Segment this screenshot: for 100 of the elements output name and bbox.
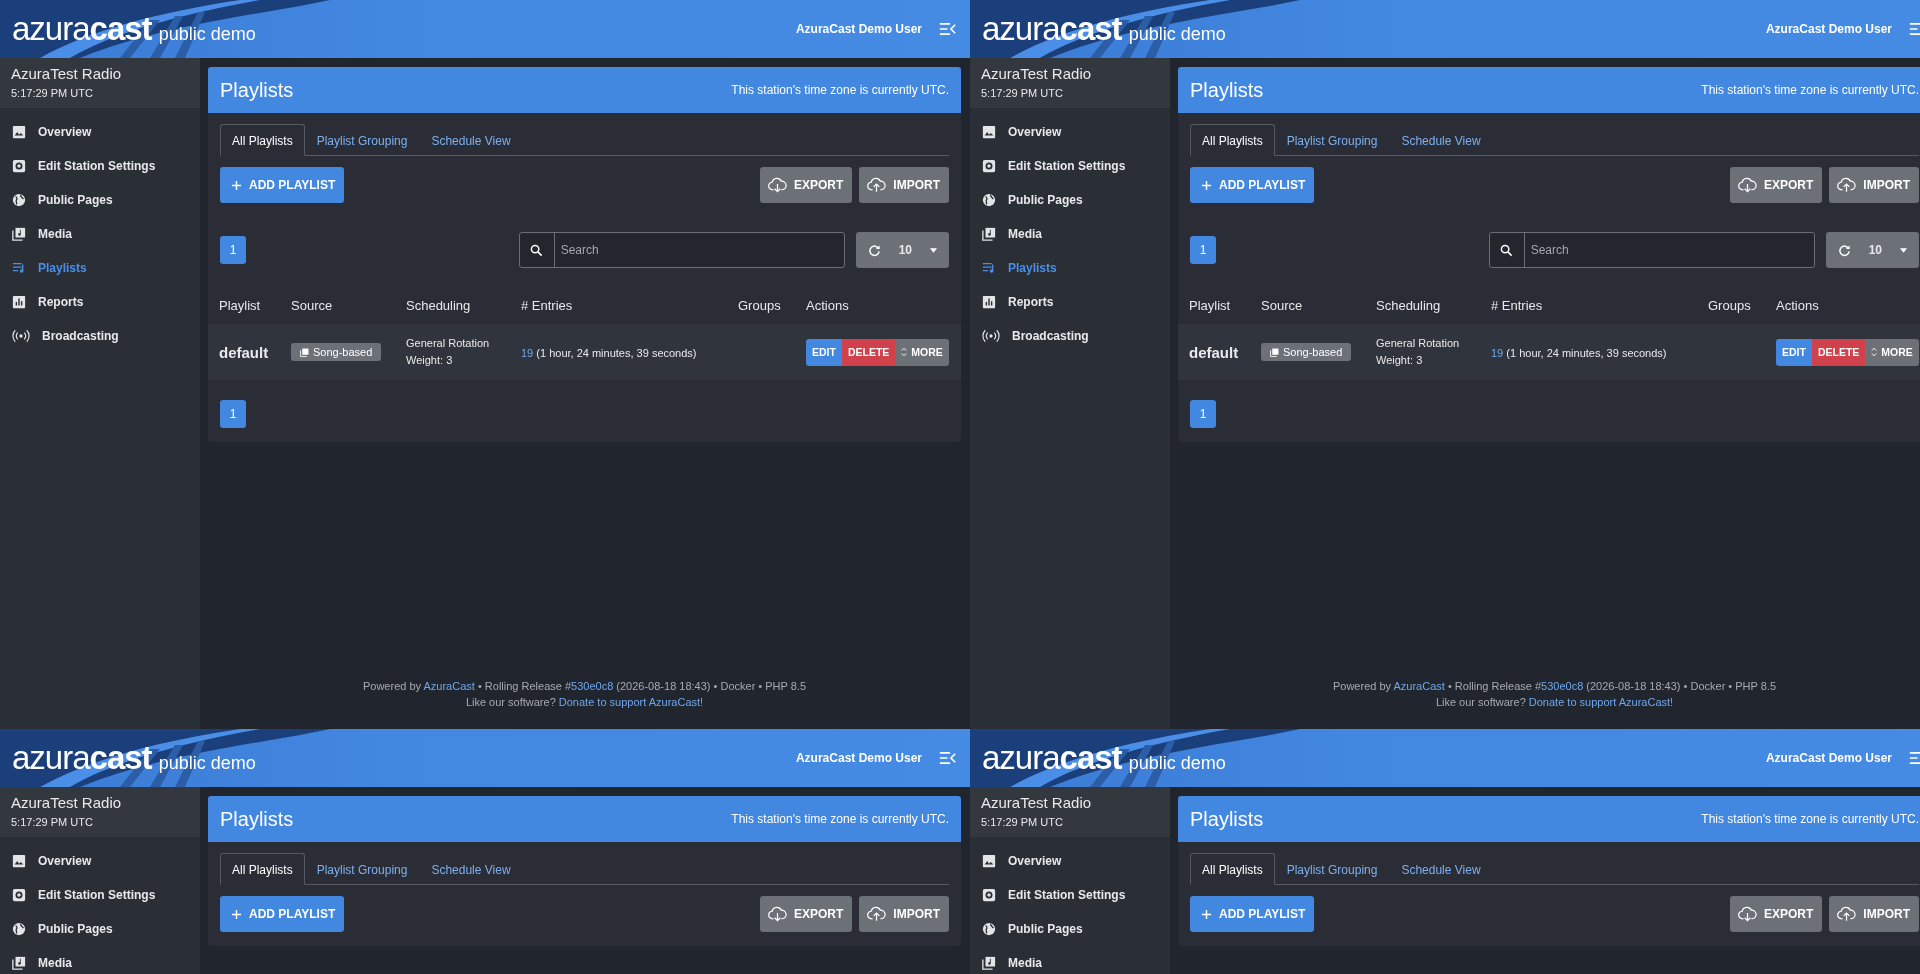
sidebar-item[interactable]: Broadcasting — [0, 319, 200, 353]
entries-text: 19 (1 hour, 24 minutes, 39 seconds) — [1491, 346, 1667, 359]
page-button[interactable]: 1 — [1190, 236, 1216, 264]
timezone-note: This station's time zone is currently UTC. — [731, 812, 949, 826]
tab[interactable]: All Playlists — [220, 124, 305, 156]
sidebar-item[interactable]: Edit Station Settings — [970, 878, 1170, 912]
sidebar-item[interactable]: Public Pages — [970, 912, 1170, 946]
donate-link[interactable]: Donate to support AzuraCast! — [1528, 696, 1674, 708]
sidebar-item[interactable]: Public Pages — [970, 183, 1170, 217]
sidebar-item[interactable]: Reports — [970, 285, 1170, 319]
sidebar-item[interactable]: Public Pages — [0, 912, 200, 946]
more-button[interactable]: MORE — [895, 338, 949, 366]
tab[interactable]: Playlist Grouping — [304, 124, 420, 156]
delete-button[interactable]: DELETE — [1811, 338, 1866, 366]
sidebar-item[interactable]: Playlists — [970, 251, 1170, 285]
plus-icon — [231, 179, 242, 191]
broadcast-icon — [12, 329, 30, 343]
tab[interactable]: All Playlists — [220, 853, 305, 885]
add-playlist-button[interactable]: ADD PLAYLIST — [220, 167, 345, 203]
per-page-control[interactable]: 10 — [1825, 232, 1919, 268]
plus-icon — [1201, 908, 1212, 920]
export-button[interactable]: EXPORT — [760, 896, 853, 932]
music-library-icon — [300, 347, 309, 357]
user-menu-link[interactable]: AzuraCast Demo User — [795, 22, 922, 36]
add-playlist-button[interactable]: ADD PLAYLIST — [1190, 896, 1315, 932]
sidebar-item[interactable]: Broadcasting — [970, 319, 1170, 353]
logo-wordmark[interactable]: azuracast — [12, 10, 152, 48]
entries-text: 19 (1 hour, 24 minutes, 39 seconds) — [521, 346, 697, 359]
sidebar-item[interactable]: Playlists — [0, 251, 200, 285]
azuracast-link[interactable]: AzuraCast — [423, 680, 475, 692]
import-button[interactable]: IMPORT — [1829, 896, 1919, 932]
export-button[interactable]: EXPORT — [1730, 896, 1823, 932]
tab[interactable]: Schedule View — [1389, 124, 1493, 156]
add-playlist-button[interactable]: ADD PLAYLIST — [220, 896, 345, 932]
commit-link[interactable]: 530e0c8 — [1541, 680, 1584, 692]
entries-count-link[interactable]: 19 — [1491, 346, 1504, 359]
search-box[interactable]: Search — [518, 232, 845, 268]
tab[interactable]: Playlist Grouping — [304, 853, 420, 885]
more-button[interactable]: MORE — [1865, 338, 1919, 366]
logo-wordmark[interactable]: azuracast — [12, 739, 152, 777]
sidebar-item[interactable]: Overview — [0, 115, 200, 149]
refresh-icon[interactable] — [867, 243, 881, 257]
edit-button[interactable]: EDIT — [1776, 338, 1812, 366]
sidebar-item[interactable]: Media — [0, 217, 200, 251]
tab[interactable]: All Playlists — [1190, 853, 1275, 885]
export-button[interactable]: EXPORT — [1730, 167, 1823, 203]
tab[interactable]: Schedule View — [1389, 853, 1493, 885]
user-menu-link[interactable]: AzuraCast Demo User — [1765, 22, 1892, 36]
export-button[interactable]: EXPORT — [760, 167, 853, 203]
sidebar-item[interactable]: Overview — [970, 115, 1170, 149]
import-button[interactable]: IMPORT — [859, 167, 949, 203]
menu-icon[interactable] — [939, 752, 956, 764]
donate-link[interactable]: Donate to support AzuraCast! — [558, 696, 704, 708]
commit-link[interactable]: 530e0c8 — [571, 680, 614, 692]
search-field[interactable]: Search — [554, 233, 844, 267]
edit-button[interactable]: EDIT — [806, 338, 842, 366]
timezone-note: This station's time zone is currently UTC. — [1701, 812, 1919, 826]
logo-wordmark[interactable]: azuracast — [982, 739, 1122, 777]
page-button[interactable]: 1 — [220, 400, 246, 428]
azuracast-link[interactable]: AzuraCast — [1393, 680, 1445, 692]
globe-icon — [12, 193, 26, 207]
sidebar-item[interactable]: Edit Station Settings — [0, 149, 200, 183]
sidebar-item[interactable]: Public Pages — [0, 183, 200, 217]
sidebar-item[interactable]: Media — [0, 946, 200, 974]
tab[interactable]: All Playlists — [1190, 124, 1275, 156]
caret-icon — [930, 247, 937, 253]
timezone-note: This station's time zone is currently UTC. — [1701, 83, 1919, 97]
refresh-icon[interactable] — [1837, 243, 1851, 257]
delete-button[interactable]: DELETE — [841, 338, 896, 366]
menu-icon[interactable] — [939, 23, 956, 35]
search-field[interactable]: Search — [1524, 233, 1814, 267]
search-box[interactable]: Search — [1488, 232, 1815, 268]
sidebar-item[interactable]: Edit Station Settings — [970, 149, 1170, 183]
cloud-upload-icon — [867, 906, 887, 922]
import-button[interactable]: IMPORT — [1829, 167, 1919, 203]
column-header: Actions — [1776, 297, 1819, 313]
logo-wordmark[interactable]: azuracast — [982, 10, 1122, 48]
globe-icon — [982, 922, 996, 936]
per-page-control[interactable]: 10 — [855, 232, 949, 268]
user-menu-link[interactable]: AzuraCast Demo User — [1765, 751, 1892, 765]
sidebar-item[interactable]: Reports — [0, 285, 200, 319]
sidebar-item[interactable]: Media — [970, 217, 1170, 251]
sidebar-item[interactable]: Media — [970, 946, 1170, 974]
sidebar-item[interactable]: Edit Station Settings — [0, 878, 200, 912]
tab[interactable]: Playlist Grouping — [1274, 853, 1390, 885]
scheduling-text: Weight: 3 — [406, 353, 454, 368]
tab[interactable]: Playlist Grouping — [1274, 124, 1390, 156]
entries-count-link[interactable]: 19 — [521, 346, 534, 359]
per-page-value[interactable]: 10 — [1868, 243, 1882, 257]
user-menu-link[interactable]: AzuraCast Demo User — [795, 751, 922, 765]
page-button[interactable]: 1 — [1190, 400, 1216, 428]
per-page-value[interactable]: 10 — [898, 243, 912, 257]
import-button[interactable]: IMPORT — [859, 896, 949, 932]
tab[interactable]: Schedule View — [419, 853, 523, 885]
sidebar-item[interactable]: Overview — [0, 844, 200, 878]
sidebar-item[interactable]: Overview — [970, 844, 1170, 878]
donate-text: Like our software? Donate to support AzuraCast! — [464, 696, 705, 708]
page-button[interactable]: 1 — [220, 236, 246, 264]
tab[interactable]: Schedule View — [419, 124, 523, 156]
add-playlist-button[interactable]: ADD PLAYLIST — [1190, 167, 1315, 203]
